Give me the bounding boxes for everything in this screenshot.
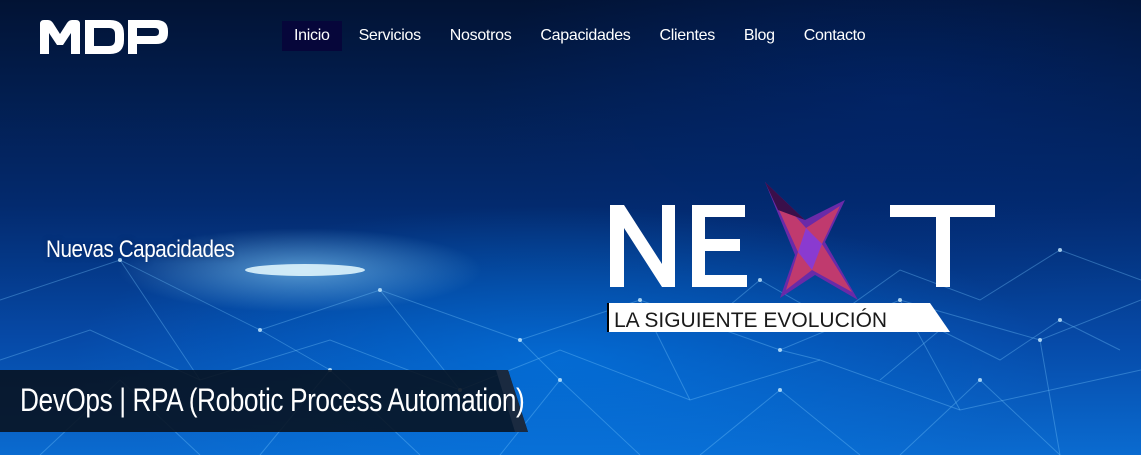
- hero-tagline: Nuevas Capacidades: [46, 236, 235, 263]
- next-logo-graphic: LA SIGUIENTE EVOLUCIÓN: [607, 182, 995, 332]
- nav-item-inicio[interactable]: Inicio: [282, 21, 342, 51]
- x-mark-icon: [765, 182, 858, 300]
- nav-item-contacto[interactable]: Contacto: [792, 21, 878, 51]
- nav-item-servicios[interactable]: Servicios: [347, 21, 433, 51]
- capability-banner: DevOps | RPA (Robotic Process Automation…: [0, 370, 530, 432]
- main-nav: Inicio Servicios Nosotros Capacidades Cl…: [282, 21, 882, 51]
- mdp-logo-icon: [40, 20, 168, 54]
- nav-item-blog[interactable]: Blog: [732, 21, 787, 51]
- nav-item-nosotros[interactable]: Nosotros: [438, 21, 524, 51]
- banner-title: DevOps | RPA (Robotic Process Automation…: [20, 382, 525, 418]
- nav-item-clientes[interactable]: Clientes: [648, 21, 727, 51]
- nav-item-capacidades[interactable]: Capacidades: [528, 21, 642, 51]
- next-logo-subtitle: LA SIGUIENTE EVOLUCIÓN: [614, 309, 887, 332]
